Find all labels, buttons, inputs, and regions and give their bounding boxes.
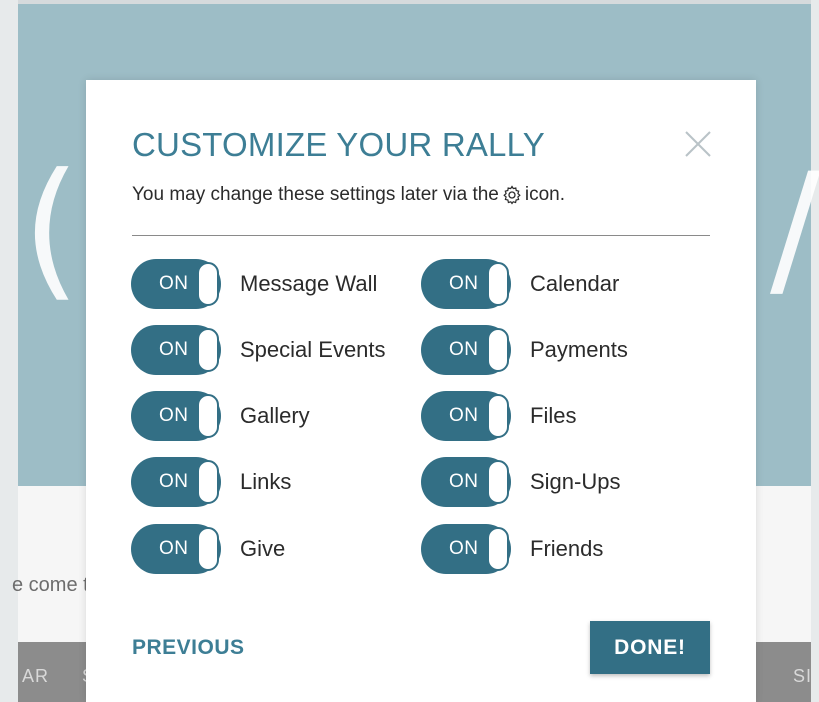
option-payments[interactable]: ON Payments	[421, 325, 628, 375]
option-give[interactable]: ON Give	[131, 524, 285, 574]
toggle-state: ON	[449, 471, 479, 492]
option-files[interactable]: ON Files	[421, 391, 576, 441]
done-button[interactable]: DONE!	[590, 621, 710, 674]
toggle-state: ON	[159, 538, 189, 559]
previous-button[interactable]: PREVIOUS	[132, 636, 245, 660]
content-text: e come t	[12, 574, 89, 596]
nav-item-right[interactable]: SI	[793, 666, 812, 687]
hero-decoration-left: (	[22, 142, 81, 316]
toggle-switch[interactable]: ON	[421, 524, 511, 574]
gear-icon	[502, 185, 522, 205]
option-friends[interactable]: ON Friends	[421, 524, 603, 574]
hero-decoration-right: /	[770, 142, 819, 316]
toggle-state: ON	[449, 273, 479, 294]
toggle-state: ON	[449, 339, 479, 360]
option-label: Sign-Ups	[530, 469, 621, 494]
modal-subtitle: You may change these settings later via …	[132, 184, 565, 206]
option-sign-ups[interactable]: ON Sign-Ups	[421, 457, 620, 507]
toggle-knob	[487, 328, 509, 372]
customize-modal: CUSTOMIZE YOUR RALLY You may change thes…	[86, 80, 756, 702]
option-label: Friends	[530, 536, 604, 561]
toggle-knob	[487, 394, 509, 438]
toggle-state: ON	[159, 405, 189, 426]
toggle-state: ON	[159, 273, 189, 294]
toggle-switch[interactable]: ON	[421, 457, 511, 507]
toggle-knob	[197, 527, 219, 571]
option-label: Message Wall	[240, 271, 378, 296]
toggle-state: ON	[159, 471, 189, 492]
subtitle-text: You may change these settings later via …	[132, 184, 499, 205]
option-label: Calendar	[530, 271, 620, 296]
toggle-state: ON	[449, 538, 479, 559]
toggle-switch[interactable]: ON	[131, 524, 221, 574]
nav-item-left[interactable]: AR	[22, 666, 49, 687]
toggle-switch[interactable]: ON	[131, 391, 221, 441]
toggle-switch[interactable]: ON	[131, 457, 221, 507]
toggle-knob	[487, 460, 509, 504]
modal-title: CUSTOMIZE YOUR RALLY	[132, 126, 545, 163]
close-icon	[685, 131, 711, 157]
toggle-knob	[197, 262, 219, 306]
toggle-knob	[487, 262, 509, 306]
toggle-switch[interactable]: ON	[421, 259, 511, 309]
option-label: Gallery	[240, 403, 310, 428]
toggle-state: ON	[449, 405, 479, 426]
option-links[interactable]: ON Links	[131, 457, 291, 507]
toggle-switch[interactable]: ON	[421, 391, 511, 441]
toggle-knob	[197, 394, 219, 438]
close-button[interactable]	[682, 128, 714, 160]
toggle-knob	[197, 460, 219, 504]
divider	[132, 235, 710, 236]
option-label: Links	[240, 469, 292, 494]
option-label: Files	[530, 403, 577, 428]
option-calendar[interactable]: ON Calendar	[421, 259, 619, 309]
toggle-switch[interactable]: ON	[131, 259, 221, 309]
option-special-events[interactable]: ON Special Events	[131, 325, 386, 375]
option-gallery[interactable]: ON Gallery	[131, 391, 310, 441]
toggle-switch[interactable]: ON	[421, 325, 511, 375]
right-margin	[811, 0, 819, 702]
option-message-wall[interactable]: ON Message Wall	[131, 259, 377, 309]
subtitle-text-end: icon.	[524, 184, 566, 205]
toggle-knob	[487, 527, 509, 571]
toggle-switch[interactable]: ON	[131, 325, 221, 375]
option-label: Payments	[530, 337, 628, 362]
toggle-state: ON	[159, 339, 189, 360]
toggle-knob	[197, 328, 219, 372]
option-label: Special Events	[240, 337, 386, 362]
option-label: Give	[240, 536, 286, 561]
